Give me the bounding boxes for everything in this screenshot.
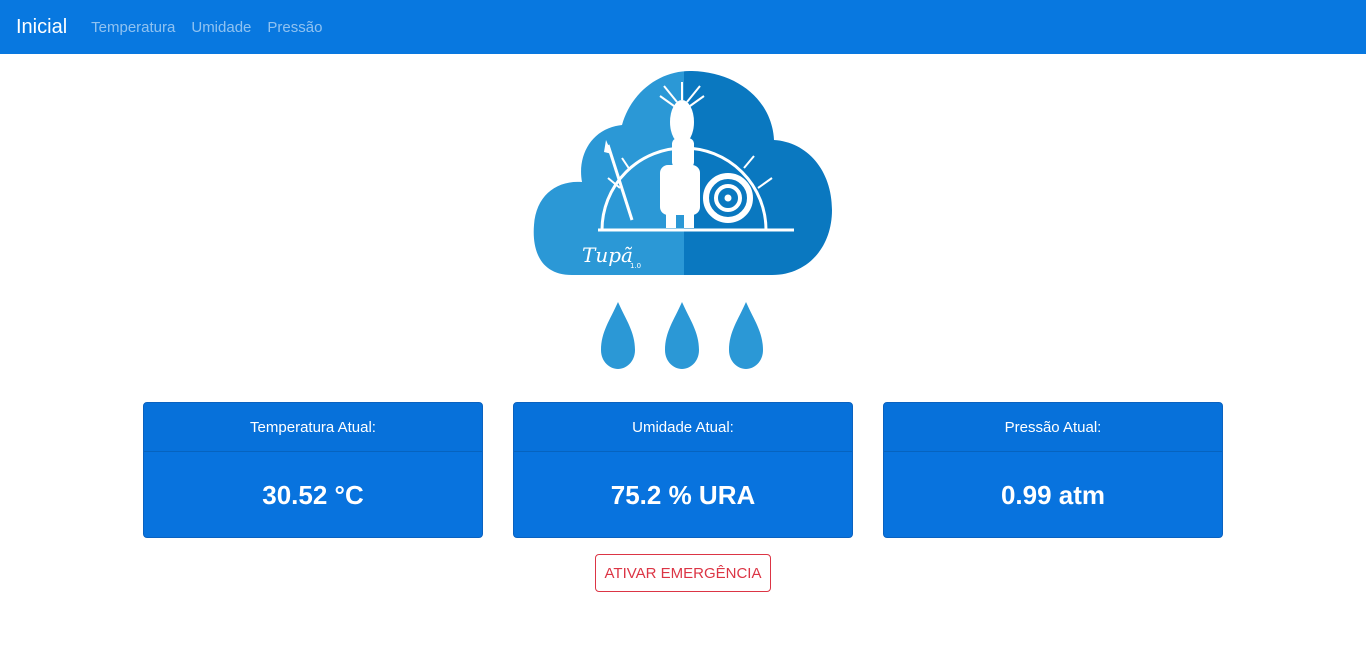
- navbar: Inicial Temperatura Umidade Pressão: [0, 0, 1366, 54]
- pressure-card-value: 0.99 atm: [1000, 479, 1106, 510]
- temperature-card: Temperatura Atual: 30.52 °C: [143, 402, 483, 538]
- rain-drops-icon: [601, 302, 763, 369]
- humidity-card: Umidade Atual: 75.2 % URA: [513, 402, 853, 538]
- logo-version: 1.0: [630, 262, 641, 270]
- humidity-card-value: 75.2 % URA: [610, 479, 756, 510]
- cloud-rain-logo-icon: Tupã 1.0: [533, 70, 832, 369]
- nav-link-pressao[interactable]: Pressão: [267, 20, 322, 35]
- pressure-card-label: Pressão Atual:: [884, 403, 1222, 452]
- temperature-card-label: Temperatura Atual:: [144, 403, 482, 452]
- reading-cards: Temperatura Atual: 30.52 °C Umidade Atua…: [143, 402, 1223, 538]
- tupa-logo: Tupã 1.0: [532, 70, 834, 372]
- pressure-card: Pressão Atual: 0.99 atm: [883, 402, 1223, 538]
- humidity-card-label: Umidade Atual:: [514, 403, 852, 452]
- navbar-brand[interactable]: Inicial: [16, 17, 67, 37]
- temperature-card-value: 30.52 °C: [262, 479, 364, 510]
- nav-link-umidade[interactable]: Umidade: [191, 20, 251, 35]
- logo-text: Tupã: [582, 243, 633, 267]
- nav-link-temperatura[interactable]: Temperatura: [91, 20, 175, 35]
- activate-emergency-button[interactable]: ATIVAR EMERGÊNCIA: [595, 554, 771, 592]
